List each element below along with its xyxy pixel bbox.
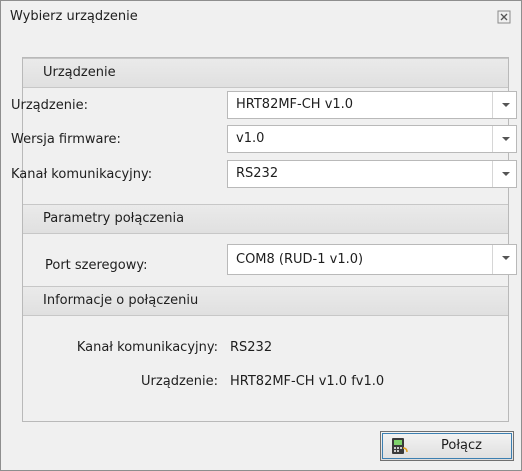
info-channel-value: RS232 [230,340,273,355]
firmware-combo[interactable]: v1.0 [227,125,517,153]
window-title: Wybierz urządzenie [10,9,138,24]
chevron-down-icon[interactable] [492,92,516,118]
channel-combo-value: RS232 [236,166,279,181]
channel-combo[interactable]: RS232 [227,160,517,188]
connect-button-label: Połącz [441,438,482,453]
dialog-content: Urządzenie Urządzenie: HRT82MF-CH v1.0 W… [11,57,517,422]
chevron-down-icon[interactable] [492,161,516,187]
info-device-label: Urządzenie: [141,374,218,389]
device-combo-value: HRT82MF-CH v1.0 [236,97,354,112]
channel-label: Kanał komunikacyjny: [11,167,153,182]
info-device-value: HRT82MF-CH v1.0 fv1.0 [230,374,385,389]
port-combo[interactable]: COM8 (RUD-1 v1.0) [227,244,517,275]
chevron-down-icon[interactable] [492,245,516,274]
connect-button[interactable]: Połącz [380,431,514,461]
info-section-header: Informacje o połączeniu [23,286,508,316]
title-bar: Wybierz urządzenie [1,1,521,35]
connection-section-title: Parametry połączenia [43,211,185,226]
device-select-dialog: Wybierz urządzenie Urządzenie Urządzenie… [0,0,522,471]
firmware-label: Wersja firmware: [11,132,121,147]
close-icon[interactable] [497,10,511,24]
connection-section-header: Parametry połączenia [23,204,508,234]
device-section-title: Urządzenie [43,65,116,80]
info-section-title: Informacje o połączeniu [43,293,199,308]
firmware-combo-value: v1.0 [236,131,265,146]
device-label: Urządzenie: [11,98,88,113]
chevron-down-icon[interactable] [492,126,516,152]
info-channel-label: Kanał komunikacyjny: [76,340,218,355]
device-section-header: Urządzenie [23,58,508,88]
device-combo[interactable]: HRT82MF-CH v1.0 [227,91,517,119]
port-label: Port szeregowy: [45,258,148,273]
device-icon [391,437,409,455]
port-combo-value: COM8 (RUD-1 v1.0) [236,252,364,267]
